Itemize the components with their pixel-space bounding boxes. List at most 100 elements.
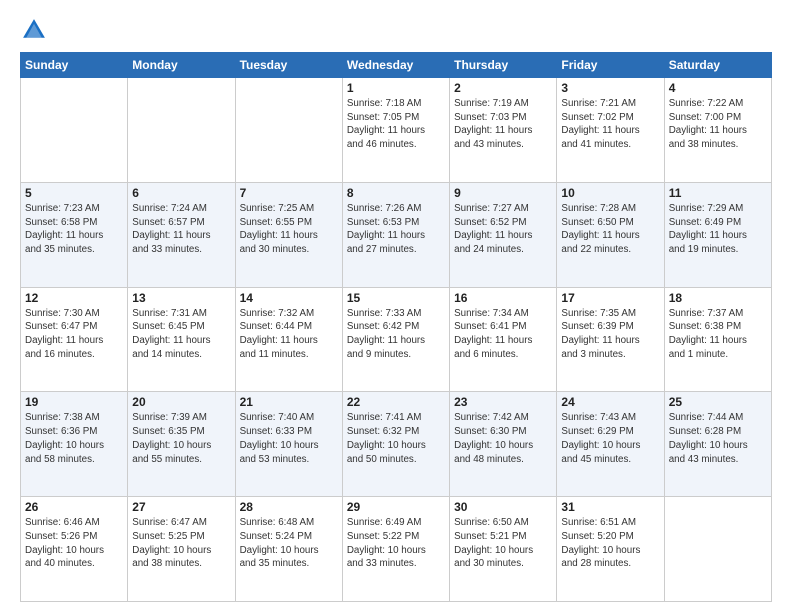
- week-row-5: 26 Sunrise: 6:46 AMSunset: 5:26 PMDayligh…: [21, 497, 772, 602]
- weekday-header-wednesday: Wednesday: [342, 53, 449, 78]
- day-number: 9: [454, 186, 552, 200]
- weekday-header-monday: Monday: [128, 53, 235, 78]
- day-number: 15: [347, 291, 445, 305]
- day-info: Sunrise: 6:51 AMSunset: 5:20 PMDaylight:…: [561, 516, 659, 571]
- day-number: 21: [240, 395, 338, 409]
- day-cell: [664, 497, 771, 602]
- day-info: Sunrise: 7:33 AMSunset: 6:42 PMDaylight:…: [347, 307, 445, 362]
- day-cell: [235, 78, 342, 183]
- day-info: Sunrise: 7:18 AMSunset: 7:05 PMDaylight:…: [347, 97, 445, 152]
- day-info: Sunrise: 7:19 AMSunset: 7:03 PMDaylight:…: [454, 97, 552, 152]
- day-cell: 11 Sunrise: 7:29 AMSunset: 6:49 PMDayligh…: [664, 182, 771, 287]
- day-number: 25: [669, 395, 767, 409]
- day-cell: 30 Sunrise: 6:50 AMSunset: 5:21 PMDayligh…: [450, 497, 557, 602]
- day-cell: 29 Sunrise: 6:49 AMSunset: 5:22 PMDayligh…: [342, 497, 449, 602]
- day-number: 28: [240, 500, 338, 514]
- day-info: Sunrise: 7:39 AMSunset: 6:35 PMDaylight:…: [132, 411, 230, 466]
- day-number: 20: [132, 395, 230, 409]
- day-cell: 22 Sunrise: 7:41 AMSunset: 6:32 PMDayligh…: [342, 392, 449, 497]
- weekday-header-tuesday: Tuesday: [235, 53, 342, 78]
- day-number: 1: [347, 81, 445, 95]
- calendar: SundayMondayTuesdayWednesdayThursdayFrid…: [20, 52, 772, 602]
- day-number: 4: [669, 81, 767, 95]
- day-info: Sunrise: 7:44 AMSunset: 6:28 PMDaylight:…: [669, 411, 767, 466]
- day-cell: 27 Sunrise: 6:47 AMSunset: 5:25 PMDayligh…: [128, 497, 235, 602]
- day-info: Sunrise: 7:41 AMSunset: 6:32 PMDaylight:…: [347, 411, 445, 466]
- day-info: Sunrise: 7:21 AMSunset: 7:02 PMDaylight:…: [561, 97, 659, 152]
- day-cell: 25 Sunrise: 7:44 AMSunset: 6:28 PMDayligh…: [664, 392, 771, 497]
- day-info: Sunrise: 6:49 AMSunset: 5:22 PMDaylight:…: [347, 516, 445, 571]
- day-info: Sunrise: 7:22 AMSunset: 7:00 PMDaylight:…: [669, 97, 767, 152]
- day-cell: 31Sunrise: 6:51 AMSunset: 5:20 PMDayligh…: [557, 497, 664, 602]
- day-cell: 10 Sunrise: 7:28 AMSunset: 6:50 PMDayligh…: [557, 182, 664, 287]
- day-cell: 15 Sunrise: 7:33 AMSunset: 6:42 PMDayligh…: [342, 287, 449, 392]
- day-number: 26: [25, 500, 123, 514]
- day-number: 23: [454, 395, 552, 409]
- day-number: 16: [454, 291, 552, 305]
- day-info: Sunrise: 7:32 AMSunset: 6:44 PMDaylight:…: [240, 307, 338, 362]
- day-number: 30: [454, 500, 552, 514]
- day-info: Sunrise: 7:24 AMSunset: 6:57 PMDaylight:…: [132, 202, 230, 257]
- week-row-4: 19 Sunrise: 7:38 AMSunset: 6:36 PMDayligh…: [21, 392, 772, 497]
- day-info: Sunrise: 7:34 AMSunset: 6:41 PMDaylight:…: [454, 307, 552, 362]
- day-info: Sunrise: 7:27 AMSunset: 6:52 PMDaylight:…: [454, 202, 552, 257]
- day-info: Sunrise: 7:30 AMSunset: 6:47 PMDaylight:…: [25, 307, 123, 362]
- header: [20, 16, 772, 44]
- day-cell: [21, 78, 128, 183]
- day-number: 19: [25, 395, 123, 409]
- day-info: Sunrise: 7:42 AMSunset: 6:30 PMDaylight:…: [454, 411, 552, 466]
- day-number: 10: [561, 186, 659, 200]
- day-cell: 5Sunrise: 7:23 AMSunset: 6:58 PMDaylight…: [21, 182, 128, 287]
- day-cell: 2 Sunrise: 7:19 AMSunset: 7:03 PMDaylight…: [450, 78, 557, 183]
- day-info: Sunrise: 7:28 AMSunset: 6:50 PMDaylight:…: [561, 202, 659, 257]
- day-cell: 17 Sunrise: 7:35 AMSunset: 6:39 PMDayligh…: [557, 287, 664, 392]
- day-cell: 26 Sunrise: 6:46 AMSunset: 5:26 PMDayligh…: [21, 497, 128, 602]
- day-cell: 18Sunrise: 7:37 AMSunset: 6:38 PMDayligh…: [664, 287, 771, 392]
- weekday-header-thursday: Thursday: [450, 53, 557, 78]
- day-info: Sunrise: 7:29 AMSunset: 6:49 PMDaylight:…: [669, 202, 767, 257]
- day-cell: 16 Sunrise: 7:34 AMSunset: 6:41 PMDayligh…: [450, 287, 557, 392]
- day-number: 13: [132, 291, 230, 305]
- day-cell: 23 Sunrise: 7:42 AMSunset: 6:30 PMDayligh…: [450, 392, 557, 497]
- day-cell: 20 Sunrise: 7:39 AMSunset: 6:35 PMDayligh…: [128, 392, 235, 497]
- day-cell: 28 Sunrise: 6:48 AMSunset: 5:24 PMDayligh…: [235, 497, 342, 602]
- weekday-header-row: SundayMondayTuesdayWednesdayThursdayFrid…: [21, 53, 772, 78]
- weekday-header-saturday: Saturday: [664, 53, 771, 78]
- day-number: 17: [561, 291, 659, 305]
- day-info: Sunrise: 7:43 AMSunset: 6:29 PMDaylight:…: [561, 411, 659, 466]
- day-info: Sunrise: 7:26 AMSunset: 6:53 PMDaylight:…: [347, 202, 445, 257]
- day-number: 22: [347, 395, 445, 409]
- day-info: Sunrise: 7:25 AMSunset: 6:55 PMDaylight:…: [240, 202, 338, 257]
- day-cell: 7 Sunrise: 7:25 AMSunset: 6:55 PMDaylight…: [235, 182, 342, 287]
- day-number: 6: [132, 186, 230, 200]
- day-cell: 1 Sunrise: 7:18 AMSunset: 7:05 PMDaylight…: [342, 78, 449, 183]
- day-info: Sunrise: 7:40 AMSunset: 6:33 PMDaylight:…: [240, 411, 338, 466]
- day-cell: 6 Sunrise: 7:24 AMSunset: 6:57 PMDaylight…: [128, 182, 235, 287]
- day-cell: 14 Sunrise: 7:32 AMSunset: 6:44 PMDayligh…: [235, 287, 342, 392]
- day-number: 7: [240, 186, 338, 200]
- day-number: 3: [561, 81, 659, 95]
- day-number: 2: [454, 81, 552, 95]
- day-info: Sunrise: 6:46 AMSunset: 5:26 PMDaylight:…: [25, 516, 123, 571]
- day-cell: 4 Sunrise: 7:22 AMSunset: 7:00 PMDaylight…: [664, 78, 771, 183]
- day-info: Sunrise: 7:35 AMSunset: 6:39 PMDaylight:…: [561, 307, 659, 362]
- day-number: 14: [240, 291, 338, 305]
- day-number: 8: [347, 186, 445, 200]
- day-info: Sunrise: 6:47 AMSunset: 5:25 PMDaylight:…: [132, 516, 230, 571]
- day-number: 29: [347, 500, 445, 514]
- weekday-header-sunday: Sunday: [21, 53, 128, 78]
- week-row-1: 1 Sunrise: 7:18 AMSunset: 7:05 PMDaylight…: [21, 78, 772, 183]
- week-row-3: 12Sunrise: 7:30 AMSunset: 6:47 PMDayligh…: [21, 287, 772, 392]
- day-cell: 21 Sunrise: 7:40 AMSunset: 6:33 PMDayligh…: [235, 392, 342, 497]
- day-info: Sunrise: 6:48 AMSunset: 5:24 PMDaylight:…: [240, 516, 338, 571]
- page: SundayMondayTuesdayWednesdayThursdayFrid…: [0, 0, 792, 612]
- day-number: 27: [132, 500, 230, 514]
- day-info: Sunrise: 6:50 AMSunset: 5:21 PMDaylight:…: [454, 516, 552, 571]
- day-info: Sunrise: 7:38 AMSunset: 6:36 PMDaylight:…: [25, 411, 123, 466]
- day-number: 11: [669, 186, 767, 200]
- week-row-2: 5Sunrise: 7:23 AMSunset: 6:58 PMDaylight…: [21, 182, 772, 287]
- day-cell: 13Sunrise: 7:31 AMSunset: 6:45 PMDayligh…: [128, 287, 235, 392]
- day-number: 24: [561, 395, 659, 409]
- day-cell: [128, 78, 235, 183]
- day-cell: 12Sunrise: 7:30 AMSunset: 6:47 PMDayligh…: [21, 287, 128, 392]
